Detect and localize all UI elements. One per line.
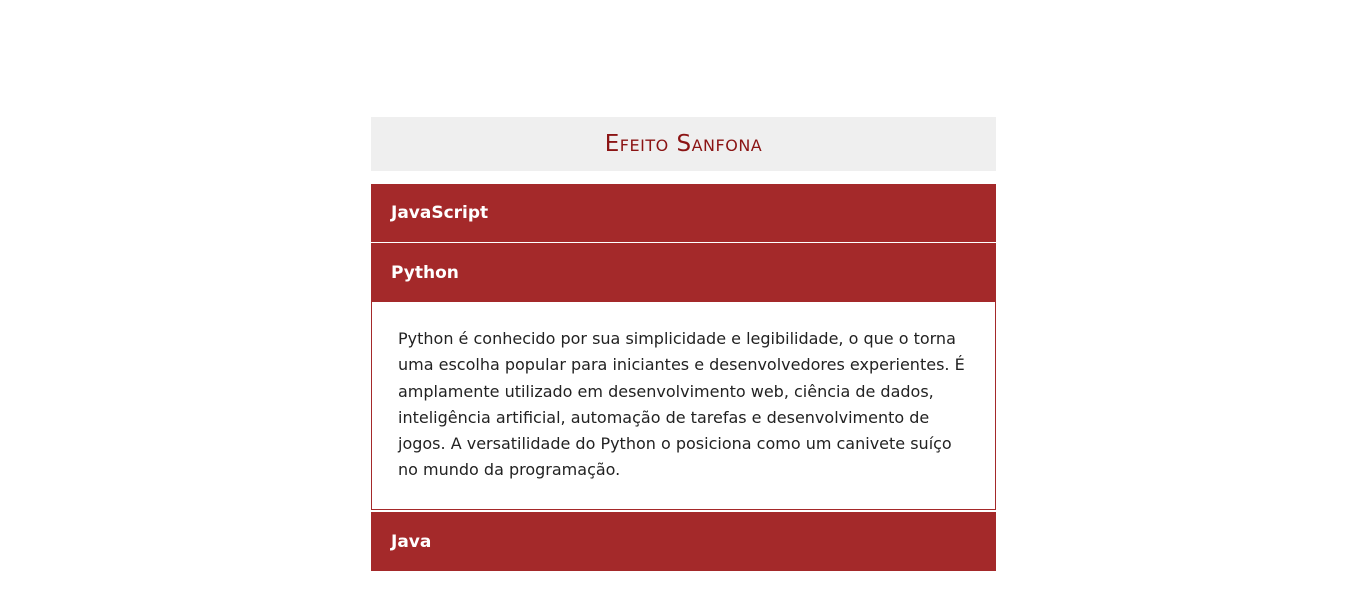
title-bar: Efeito Sanfona bbox=[371, 117, 996, 171]
accordion-panel-python: Python é conhecido por sua simplicidade … bbox=[371, 302, 996, 510]
accordion-panel-text: Python é conhecido por sua simplicidade … bbox=[398, 329, 965, 480]
accordion-header-python[interactable]: Python bbox=[371, 243, 996, 302]
accordion-header-label: JavaScript bbox=[391, 203, 489, 223]
accordion-header-java[interactable]: Java bbox=[371, 512, 996, 571]
page-title: Efeito Sanfona bbox=[604, 131, 763, 157]
accordion-header-label: Python bbox=[391, 262, 459, 283]
accordion: Efeito Sanfona JavaScript Python Python … bbox=[371, 117, 996, 571]
accordion-header-label: Java bbox=[391, 531, 432, 552]
accordion-header-javascript[interactable]: JavaScript bbox=[371, 184, 996, 243]
